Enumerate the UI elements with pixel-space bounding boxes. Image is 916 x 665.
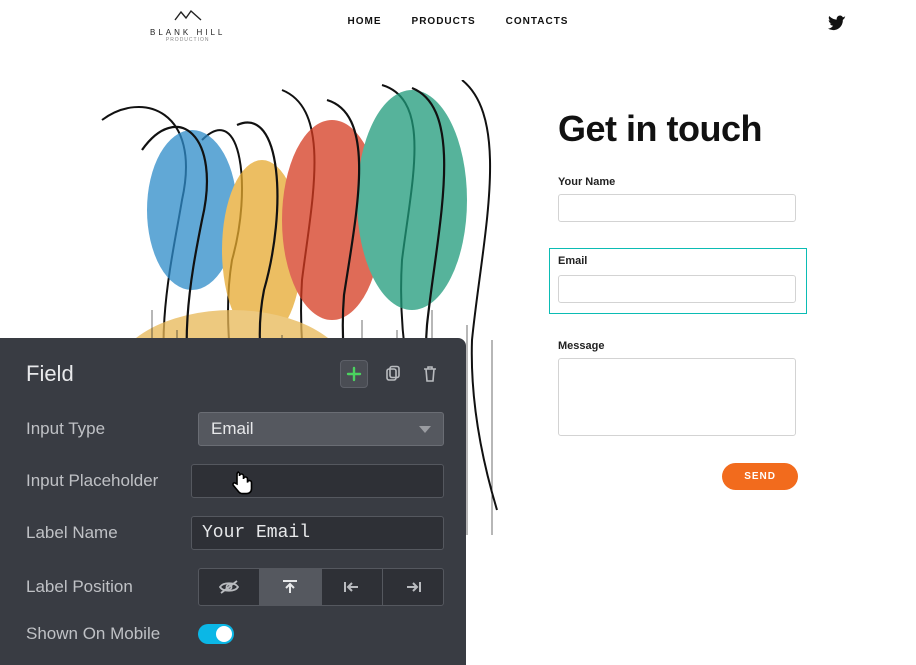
delete-button[interactable] — [416, 360, 444, 388]
brand-logo[interactable]: BLANK HILL PRODUCTION — [150, 8, 225, 43]
label-name-field[interactable] — [191, 516, 444, 550]
email-label: Email — [558, 255, 798, 267]
your-name-label: Your Name — [558, 176, 798, 188]
shown-mobile-label: Shown On Mobile — [26, 624, 198, 644]
message-textarea[interactable] — [558, 358, 796, 436]
form-group-message: Message — [558, 340, 798, 441]
brand-sub: PRODUCTION — [150, 37, 225, 43]
nav-home[interactable]: HOME — [348, 16, 382, 27]
input-placeholder-field[interactable] — [191, 464, 444, 498]
panel-title: Field — [26, 361, 74, 387]
shown-mobile-toggle[interactable] — [198, 624, 234, 644]
label-position-right[interactable] — [383, 569, 443, 605]
form-group-email[interactable]: Email — [549, 248, 807, 314]
input-type-value: Email — [211, 419, 254, 439]
contact-heading: Get in touch — [558, 108, 798, 150]
label-position-hidden[interactable] — [199, 569, 260, 605]
input-type-select[interactable]: Email — [198, 412, 444, 446]
duplicate-button[interactable] — [378, 360, 406, 388]
add-field-button[interactable] — [340, 360, 368, 388]
label-name-label: Label Name — [26, 523, 191, 543]
brand-name: BLANK HILL — [150, 28, 225, 37]
nav-products[interactable]: PRODUCTS — [412, 16, 476, 27]
form-group-name: Your Name — [558, 176, 798, 222]
label-position-top[interactable] — [260, 569, 321, 605]
contact-section: Get in touch Your Name Email Message SEN… — [558, 108, 798, 490]
chevron-down-icon — [419, 426, 431, 433]
your-name-input[interactable] — [558, 194, 796, 222]
email-input[interactable] — [558, 275, 796, 303]
twitter-icon[interactable] — [828, 14, 846, 37]
nav-contacts[interactable]: CONTACTS — [506, 16, 569, 27]
input-placeholder-label: Input Placeholder — [26, 471, 191, 491]
main-nav: HOME PRODUCTS CONTACTS — [348, 16, 569, 27]
send-button[interactable]: SEND — [722, 463, 798, 490]
message-label: Message — [558, 340, 798, 352]
label-position-segment — [198, 568, 444, 606]
label-position-label: Label Position — [26, 577, 198, 597]
property-panel: Field Input Type Email Input Placeholder… — [0, 338, 466, 665]
input-type-label: Input Type — [26, 419, 198, 439]
label-position-left[interactable] — [322, 569, 383, 605]
